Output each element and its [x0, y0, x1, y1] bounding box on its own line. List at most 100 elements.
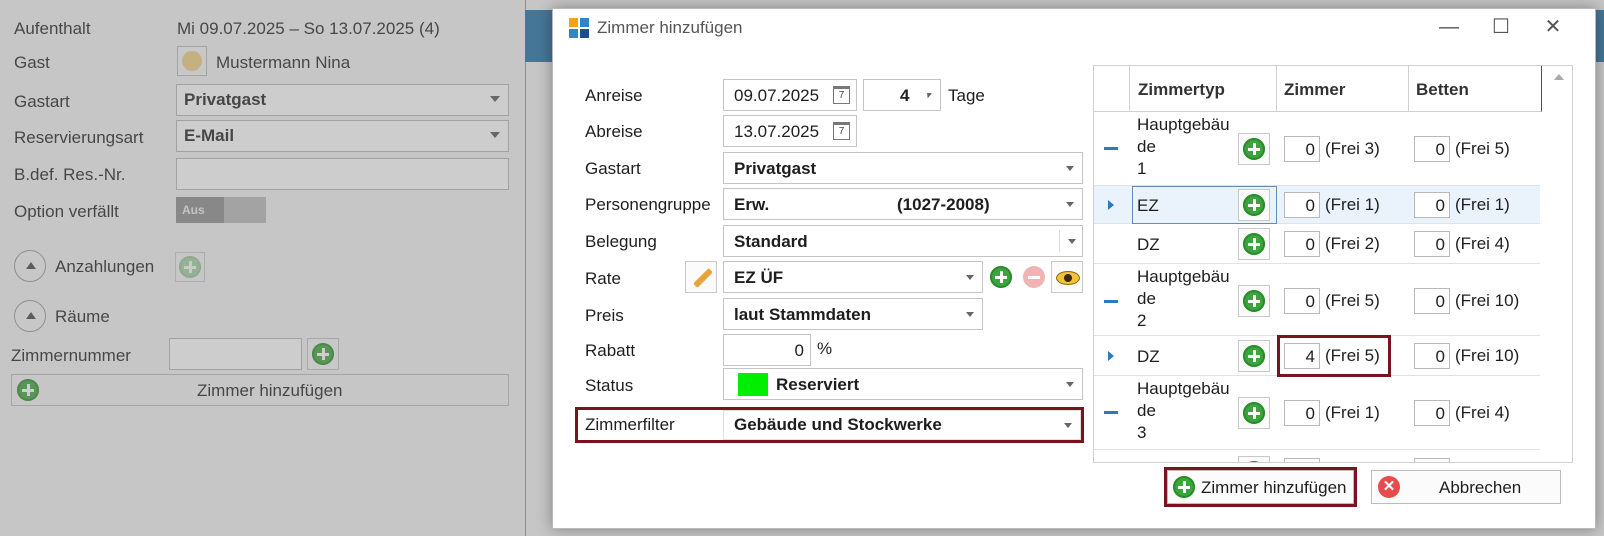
grid-room-row[interactable]: EZ 0 (Frei 1) 0 (Frei 1) [1094, 186, 1540, 224]
rabatt-input[interactable]: 0 [723, 334, 811, 366]
zimmer-count-input[interactable]: 0 [1284, 192, 1320, 218]
dialog-title: Zimmer hinzufügen [597, 18, 743, 37]
add-room-button[interactable] [1238, 456, 1270, 462]
betten-count-input[interactable] [1414, 458, 1450, 462]
zimmer-frei: (Frei 1) [1325, 403, 1380, 422]
pencil-icon [693, 268, 713, 288]
grid-room-row[interactable]: DZ 0 (Frei 2) 0 (Frei 4) [1094, 224, 1540, 264]
group-name-line: 2 [1137, 311, 1147, 330]
zimmer-count-input[interactable]: 4 [1284, 343, 1320, 369]
group-name-line: Hauptgebäu [1137, 115, 1230, 134]
tage-stepper[interactable]: 4 [863, 79, 941, 111]
personengruppe-code: (1027-2008) [897, 195, 990, 214]
betten-count-input[interactable]: 0 [1414, 136, 1450, 162]
row-expand-icon[interactable] [1108, 200, 1114, 210]
close-button[interactable]: ✕ [1533, 15, 1573, 41]
minimize-button[interactable]: — [1429, 15, 1469, 41]
add-room-button[interactable] [1238, 189, 1270, 221]
betten-frei: (Frei 1) [1455, 195, 1510, 214]
abreise-date-field[interactable]: 13.07.2025 7 [723, 115, 857, 147]
rabatt-value: 0 [794, 341, 804, 360]
zimmer-count-input[interactable]: 0 [1284, 288, 1320, 314]
room-type-name: EZ [1137, 196, 1159, 215]
eye-pupil [1064, 274, 1072, 282]
status-select[interactable]: Reserviert [723, 368, 1083, 400]
grid-group-row[interactable]: Hauptgebäu de 1 0 (Frei 3) 0 (Frei 5) [1094, 112, 1540, 186]
edit-rate-button[interactable] [685, 261, 717, 293]
zimmerfilter-label: Zimmerfilter [585, 415, 675, 434]
zimmer-count-input[interactable]: 0 [1284, 136, 1320, 162]
rate-select[interactable]: EZ ÜF [723, 261, 983, 293]
chevron-down-icon [1066, 382, 1074, 387]
belegung-label: Belegung [585, 232, 657, 251]
zimmer-hinzufuegen-dialog: Zimmer hinzufügen — ☐ ✕ Anreise 09.07.20… [552, 8, 1596, 529]
grid-header-zimmertyp[interactable]: Zimmertyp [1130, 66, 1277, 112]
group-name-line: de [1137, 401, 1156, 420]
add-rate-button[interactable] [985, 261, 1017, 293]
collapse-icon[interactable] [1104, 300, 1118, 303]
zimmer-hinzufuegen-button[interactable]: Zimmer hinzufügen [1167, 470, 1354, 504]
group-name-line: 1 [1137, 159, 1147, 178]
zimmer-count-input[interactable]: 0 [1284, 400, 1320, 426]
grid-room-row[interactable]: DZ 4 (Frei 5) 0 (Frei 10) [1094, 335, 1540, 377]
group-name-line: Hauptgebäu [1137, 379, 1230, 398]
add-room-type-button[interactable] [1238, 133, 1270, 165]
betten-count-input[interactable]: 0 [1414, 288, 1450, 314]
betten-count-input[interactable]: 0 [1414, 192, 1450, 218]
betten-frei: (Frei 10) [1455, 291, 1520, 310]
betten-frei: (Frei 10) [1455, 346, 1520, 365]
maximize-button[interactable]: ☐ [1481, 15, 1521, 41]
status-label: Status [585, 376, 634, 395]
betten-frei: (Frei 4) [1455, 403, 1510, 422]
plus-icon [1243, 461, 1265, 462]
abbrechen-button[interactable]: ✕ Abbrechen [1371, 470, 1561, 504]
betten-count-input[interactable]: 0 [1414, 343, 1450, 369]
abreise-label: Abreise [585, 122, 643, 141]
rabatt-unit: % [817, 339, 833, 358]
chevron-down-icon[interactable] [927, 93, 932, 98]
chevron-down-icon [1066, 202, 1074, 207]
anreise-date-field[interactable]: 09.07.2025 7 [723, 79, 857, 111]
scroll-up-icon[interactable] [1554, 74, 1564, 80]
grid-group-row[interactable]: Hauptgebäu de 3 0 (Frei 1) 0 (Frei 4) [1094, 376, 1540, 450]
calendar-icon[interactable]: 7 [833, 122, 850, 140]
room-type-name: DZ [1137, 235, 1160, 254]
add-room-button[interactable] [1238, 340, 1270, 372]
row-expand-icon[interactable] [1108, 351, 1114, 361]
status-value: Reserviert [776, 375, 860, 394]
plus-icon [1243, 194, 1265, 216]
abreise-date-value: 13.07.2025 [734, 122, 820, 141]
grid-header-zimmer[interactable]: Zimmer [1277, 66, 1409, 112]
collapse-icon[interactable] [1104, 411, 1118, 414]
zimmer-count-input[interactable]: 0 [1284, 231, 1320, 257]
view-rate-button[interactable] [1051, 261, 1083, 293]
zimmerfilter-value: Gebäude und Stockwerke [734, 415, 942, 434]
add-room-type-button[interactable] [1238, 285, 1270, 317]
betten-count-input[interactable]: 0 [1414, 231, 1450, 257]
zimmer-frei: (Frei 5) [1325, 346, 1380, 365]
plus-icon [1243, 233, 1265, 255]
belegung-select[interactable]: Standard [723, 225, 1083, 257]
grid-group-row[interactable]: Hauptgebäu de 2 0 (Frei 5) 0 (Frei 10) [1094, 264, 1540, 336]
zimmer-count-input[interactable] [1284, 458, 1320, 462]
gastart-select[interactable]: Privatgast [723, 152, 1083, 184]
grid-room-row-partial[interactable] [1094, 450, 1540, 462]
personengruppe-value: Erw. [734, 195, 770, 214]
betten-count-input[interactable]: 0 [1414, 400, 1450, 426]
betten-frei: (Frei 5) [1455, 139, 1510, 158]
calendar-icon[interactable]: 7 [833, 86, 850, 104]
personengruppe-select[interactable]: Erw. (1027-2008) [723, 188, 1083, 220]
collapse-icon[interactable] [1104, 147, 1118, 150]
add-room-type-button[interactable] [1238, 397, 1270, 429]
remove-rate-button[interactable] [1018, 261, 1050, 293]
chevron-down-icon [966, 312, 974, 317]
group-name-line: de [1137, 289, 1156, 308]
grid-header-betten[interactable]: Betten [1409, 66, 1542, 112]
preis-select[interactable]: laut Stammdaten [723, 298, 983, 330]
group-name-line: de [1137, 137, 1156, 156]
grid-scrollbar[interactable] [1546, 66, 1572, 462]
select-divider [1059, 230, 1060, 252]
add-room-button[interactable] [1238, 228, 1270, 260]
preis-value: laut Stammdaten [734, 305, 871, 324]
zimmerfilter-select[interactable]: Gebäude und Stockwerke [723, 410, 1081, 440]
